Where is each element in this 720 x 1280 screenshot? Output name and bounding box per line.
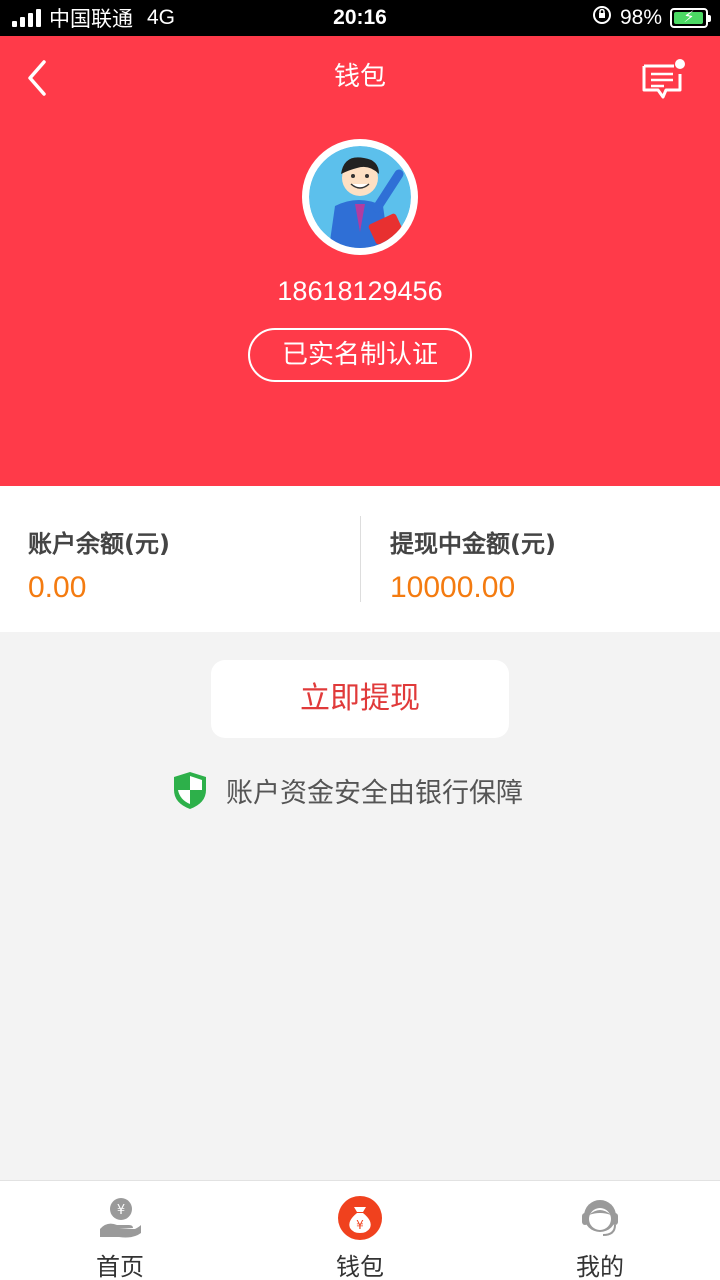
svg-text:¥: ¥ bbox=[356, 1218, 364, 1232]
avatar[interactable] bbox=[302, 139, 418, 255]
shield-icon bbox=[172, 770, 208, 810]
phone-number: 18618129456 bbox=[277, 276, 443, 306]
tab-home[interactable]: ¥ 首页 bbox=[0, 1181, 240, 1280]
withdraw-button[interactable]: 立即提现 bbox=[211, 660, 509, 738]
tab-wallet[interactable]: ¥ 钱包 bbox=[240, 1181, 480, 1280]
divider bbox=[360, 516, 361, 602]
withdrawing-amount: 提现中金额(元) 10000.00 bbox=[390, 524, 556, 605]
account-balance-value: 0.00 bbox=[28, 571, 87, 604]
message-button[interactable] bbox=[640, 58, 686, 100]
security-text: 账户资金安全由银行保障 bbox=[226, 777, 523, 809]
tab-wallet-label: 钱包 bbox=[336, 1253, 384, 1280]
battery-percent: 98% bbox=[619, 6, 662, 29]
tab-home-label: 首页 bbox=[96, 1253, 144, 1280]
status-right: 98% ⚡ bbox=[592, 0, 711, 36]
battery-icon: ⚡ bbox=[670, 8, 711, 28]
user-headset-icon bbox=[577, 1195, 623, 1241]
status-bar: 中国联通 4G 20:16 98% ⚡ bbox=[0, 0, 720, 36]
balance-card: 账户余额(元) 0.00 提现中金额(元) 10000.00 bbox=[0, 486, 720, 632]
verified-badge: 已实名制认证 bbox=[248, 328, 472, 382]
cartoon-avatar-icon bbox=[309, 146, 411, 248]
money-bag-icon: ¥ bbox=[337, 1195, 383, 1241]
security-note: 账户资金安全由银行保障 bbox=[172, 770, 523, 810]
page-title: 钱包 bbox=[333, 62, 386, 92]
account-balance-label: 账户余额(元) bbox=[28, 530, 170, 558]
svg-text:¥: ¥ bbox=[117, 1203, 125, 1218]
message-icon bbox=[640, 59, 686, 104]
account-balance: 账户余额(元) 0.00 bbox=[28, 524, 170, 605]
wallet-header: 钱包 18618129456 已实名制认证 bbox=[0, 36, 720, 486]
hand-coin-icon: ¥ bbox=[97, 1195, 143, 1241]
rotation-lock-icon bbox=[592, 5, 612, 31]
bottom-tabbar: ¥ 首页 ¥ 钱包 我的 bbox=[0, 1180, 720, 1280]
tab-mine-label: 我的 bbox=[576, 1253, 624, 1280]
withdrawing-amount-value: 10000.00 bbox=[390, 571, 516, 604]
withdrawing-amount-label: 提现中金额(元) bbox=[390, 530, 556, 558]
tab-mine[interactable]: 我的 bbox=[480, 1181, 720, 1280]
